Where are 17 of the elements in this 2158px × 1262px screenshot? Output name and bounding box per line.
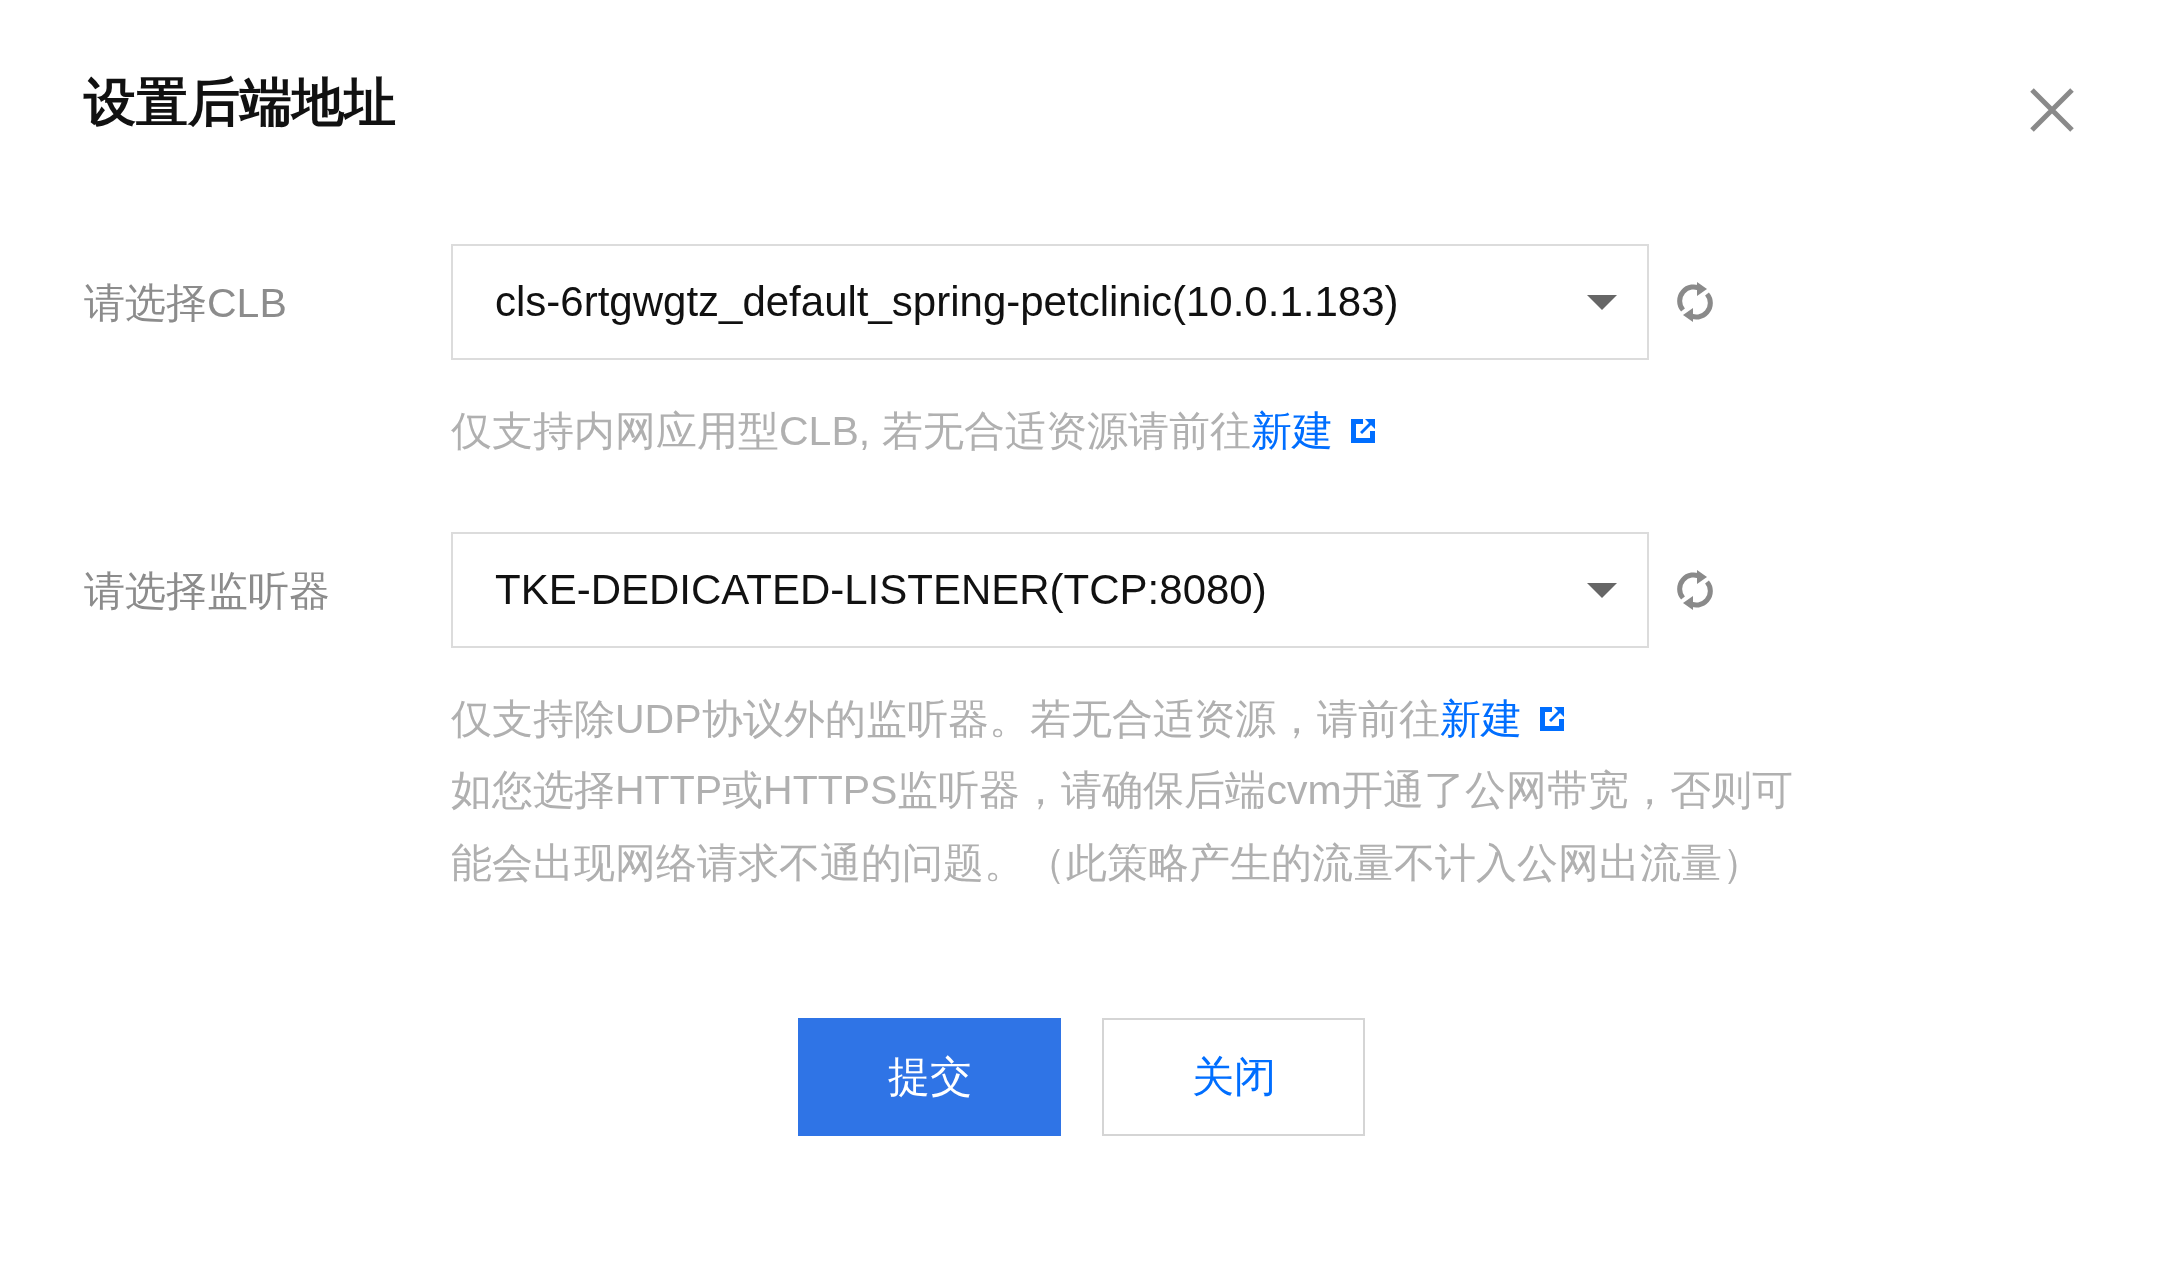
field-label: 请选择监听器 (84, 567, 331, 616)
dialog-title: 设置后端地址 (84, 72, 396, 133)
select-field[interactable]: cls-6rtgwgtz_default_spring-petclinic(10.0.1.183) (451, 244, 1649, 360)
caret-icon (1587, 582, 1617, 598)
close-button[interactable]: 关闭 (1102, 1018, 1365, 1136)
refresh-icon[interactable] (1675, 280, 1715, 324)
new-link[interactable]: 新建 (1250, 408, 1333, 454)
field-label: 请选择CLB (84, 279, 288, 328)
hint-text: 仅支持除UDP协议外的监听器。若无合适资源，请前往新建 (451, 695, 1522, 744)
refresh-icon[interactable] (1675, 568, 1715, 612)
note-text: 如您选择HTTP或HTTPS监听器，请确保后端cvm开通了公网带宽，否则可能会出现网络请求不通的问题。（此策略产生的流量不计入公网出流量） (451, 766, 1794, 888)
hint-text: 仅支持内网应用型CLB, 若无合适资源请前往新建 (451, 407, 1333, 456)
caret-icon (1587, 294, 1617, 310)
new-link[interactable]: 新建 (1439, 696, 1522, 742)
close-icon[interactable] (2028, 86, 2076, 134)
submit-button[interactable]: 提交 (798, 1018, 1061, 1136)
select-field[interactable]: TKE-DEDICATED-LISTENER(TCP:8080) (451, 532, 1649, 648)
